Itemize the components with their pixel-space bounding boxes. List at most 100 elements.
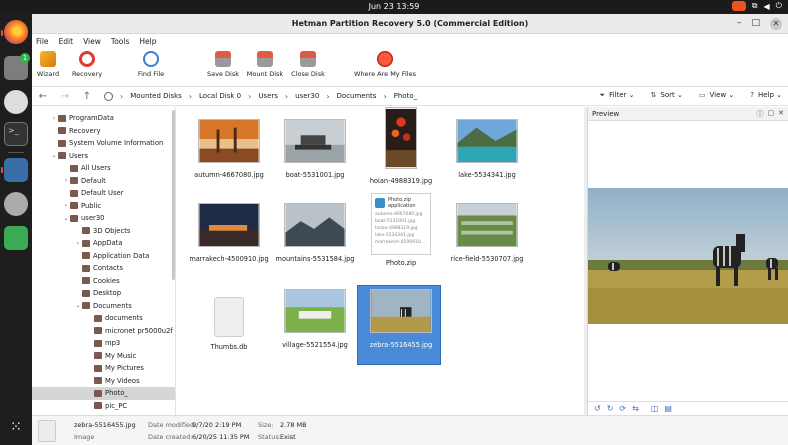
menu-file[interactable]: File — [36, 37, 49, 46]
expand-chevron-icon[interactable]: › — [62, 202, 70, 209]
file-item[interactable]: rice-field-5530707.jpg — [445, 203, 529, 263]
flip-icon[interactable]: ⇆ — [632, 404, 639, 413]
disk-icon[interactable] — [4, 192, 28, 216]
screen-record-icon[interactable] — [731, 1, 746, 11]
view-button[interactable]: ▭ View ⌄ — [699, 91, 734, 100]
zip-entry: marrakech-4500910... — [375, 240, 426, 245]
tree-item[interactable]: documents — [32, 312, 175, 325]
minimize-button[interactable]: – — [737, 18, 742, 30]
apps-grid-icon[interactable]: ⁙ — [7, 418, 25, 436]
file-item[interactable]: hoian-4988319.jpg — [359, 107, 443, 185]
clock[interactable]: Jun 23 13:59 — [0, 2, 788, 11]
tree-item[interactable]: ⌄ user30 — [32, 212, 175, 225]
tree-item[interactable]: ⌄ Documents — [32, 300, 175, 313]
recovery-button[interactable]: Recovery — [72, 51, 102, 78]
up-arrow-icon[interactable]: ↑ — [76, 91, 98, 102]
wizard-button[interactable]: Wizard — [36, 51, 60, 78]
tree-item[interactable]: All Users — [32, 162, 175, 175]
tree-item[interactable]: Default User — [32, 187, 175, 200]
breadcrumb-photo[interactable]: Photo_ — [394, 92, 417, 100]
menu-help[interactable]: Help — [139, 37, 156, 46]
breadcrumb-mounted-disks[interactable]: Mounted Disks — [130, 92, 182, 100]
title-bar[interactable]: Hetman Partition Recovery 5.0 (Commercia… — [32, 14, 788, 34]
sort-button[interactable]: ⇅ Sort ⌄ — [651, 91, 683, 100]
rotate-left-icon[interactable]: ↺ — [594, 404, 601, 413]
maximize-preview-icon[interactable]: ▢ — [768, 109, 775, 119]
tree-scrollbar[interactable] — [172, 110, 175, 280]
tree-item[interactable]: Application Data — [32, 250, 175, 263]
file-item[interactable]: boat-5531001.jpg — [273, 119, 357, 179]
save-disk-button[interactable]: Save Disk — [206, 51, 240, 78]
tree-item[interactable]: pic_PC — [32, 400, 175, 413]
close-button[interactable]: ✕ — [770, 18, 782, 30]
file-item[interactable]: zebra-5516455.jpg — [357, 285, 443, 365]
file-item[interactable]: marrakech-4500910.jpg — [187, 203, 271, 263]
info-icon[interactable]: ⓘ — [757, 109, 764, 119]
expand-chevron-icon[interactable]: › — [62, 177, 70, 184]
grid-view-icon[interactable]: ▤ — [664, 404, 672, 413]
file-name: zebra-5516455.jpg — [369, 341, 433, 349]
chat-icon[interactable] — [4, 90, 28, 114]
tree-item[interactable]: › ProgramData — [32, 112, 175, 125]
mount-disk-button[interactable]: Mount Disk — [244, 51, 286, 78]
rotate-right-icon[interactable]: ↻ — [607, 404, 614, 413]
menu-edit[interactable]: Edit — [59, 37, 74, 46]
close-preview-icon[interactable]: ✕ — [778, 109, 784, 119]
network-icon[interactable]: ⧉ — [752, 1, 758, 11]
tree-item[interactable]: Recovery — [32, 125, 175, 138]
tree-item[interactable]: micronet pr5000u2f — [32, 325, 175, 338]
file-item[interactable]: village-5521554.jpg — [273, 289, 357, 349]
where-are-my-files-button[interactable]: Where Are My Files — [350, 51, 420, 78]
split-view-icon[interactable]: ◫ — [651, 404, 659, 413]
file-item[interactable]: Photo.zip application autumn-4667080.jpg bo… — [359, 193, 443, 267]
files-icon[interactable]: 1 — [4, 53, 30, 80]
trash-icon[interactable] — [4, 226, 28, 250]
terminal-icon[interactable]: >_ — [4, 122, 28, 146]
volume-icon[interactable]: ◀ — [764, 2, 770, 11]
tree-item[interactable]: My Pictures — [32, 362, 175, 375]
system-tray[interactable]: ⧉ ◀ ⏻ — [731, 1, 782, 11]
tree-item[interactable]: Desktop — [32, 287, 175, 300]
tree-item[interactable]: Contacts — [32, 262, 175, 275]
breadcrumb-documents[interactable]: Documents — [337, 92, 377, 100]
firefox-icon[interactable] — [4, 20, 28, 44]
refresh-icon[interactable]: ⟳ — [619, 404, 626, 413]
menu-tools[interactable]: Tools — [111, 37, 129, 46]
disk-location-icon[interactable] — [104, 91, 113, 101]
file-item[interactable]: lake-5534341.jpg — [445, 119, 529, 179]
breadcrumb-user30[interactable]: user30 — [295, 92, 319, 100]
tree-item[interactable]: Cookies — [32, 275, 175, 288]
tree-item[interactable]: My Music — [32, 350, 175, 363]
expand-chevron-icon[interactable]: ⌄ — [50, 152, 58, 159]
maximize-button[interactable]: □ — [751, 18, 760, 30]
power-icon[interactable]: ⏻ — [776, 1, 782, 11]
file-item[interactable]: autumn-4667080.jpg — [187, 119, 271, 179]
tree-item[interactable]: Photo_ — [32, 387, 175, 400]
breadcrumb-local-disk[interactable]: Local Disk 0 — [199, 92, 241, 100]
find-file-button[interactable]: Find File — [136, 51, 166, 78]
close-disk-button[interactable]: Close Disk — [290, 51, 326, 78]
tree-item[interactable]: mp3 — [32, 337, 175, 350]
filter-button[interactable]: ⏷ Filter ⌄ — [600, 91, 635, 100]
back-arrow-icon[interactable]: ← — [32, 91, 54, 102]
computer-icon[interactable] — [4, 158, 28, 182]
expand-chevron-icon[interactable]: › — [50, 115, 58, 122]
folder-icon — [82, 277, 90, 285]
forward-arrow-icon[interactable]: → — [54, 91, 76, 102]
tree-item[interactable]: System Volume Information — [32, 137, 175, 150]
breadcrumb-users[interactable]: Users — [258, 92, 278, 100]
file-item[interactable]: Thumbs.db — [187, 289, 271, 351]
help-button[interactable]: ? Help ⌄ — [750, 91, 782, 100]
tree-item[interactable]: › Default — [32, 175, 175, 188]
expand-chevron-icon[interactable]: ⌄ — [62, 215, 70, 222]
wizard-label: Wizard — [36, 70, 60, 78]
menu-view[interactable]: View — [83, 37, 101, 46]
expand-chevron-icon[interactable]: ⌄ — [74, 302, 82, 309]
tree-item[interactable]: ⌄ Users — [32, 150, 175, 163]
tree-item[interactable]: My Videos — [32, 375, 175, 388]
tree-item[interactable]: › Public — [32, 200, 175, 213]
expand-chevron-icon[interactable]: › — [74, 240, 82, 247]
file-item[interactable]: mountains-5531584.jpg — [273, 203, 357, 263]
tree-item[interactable]: › AppData — [32, 237, 175, 250]
tree-item[interactable]: 3D Objects — [32, 225, 175, 238]
